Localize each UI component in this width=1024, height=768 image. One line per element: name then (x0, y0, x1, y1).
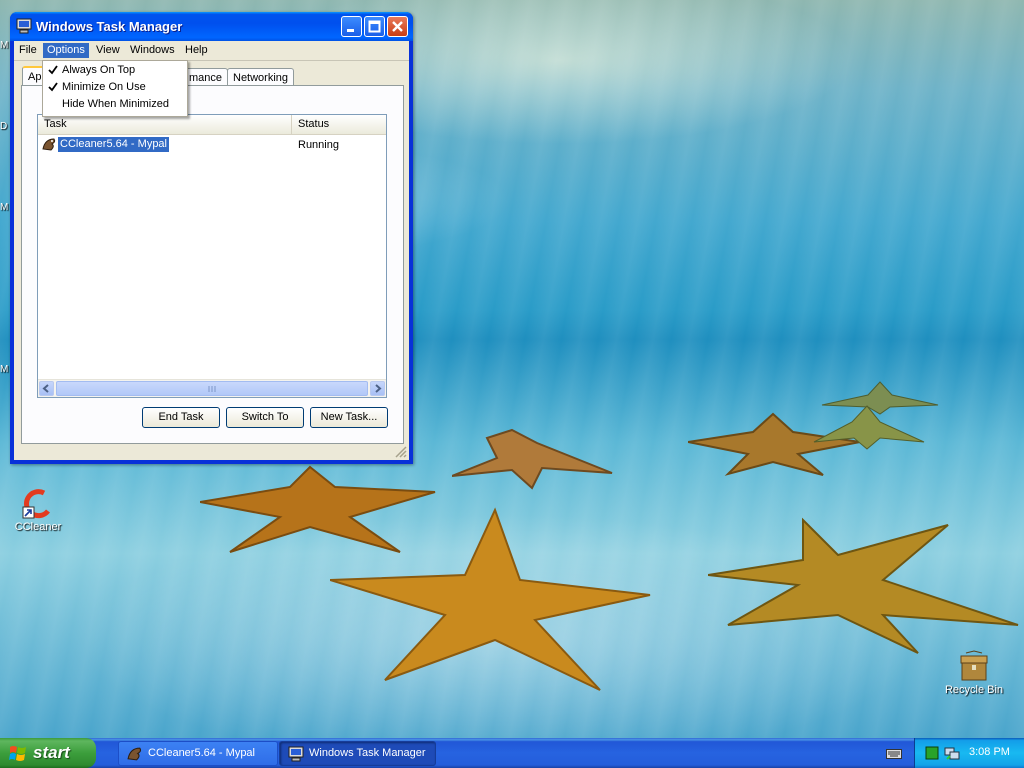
minimize-icon (347, 29, 354, 32)
desktop-icon-label: Recycle Bin (944, 684, 1004, 696)
menu-option-always-on-top[interactable]: Always On Top (43, 62, 187, 79)
system-tray: 3:08 PM (914, 738, 1024, 768)
taskbar-button-label: CCleaner5.64 - Mypal (148, 747, 255, 759)
task-list[interactable]: Task Status CCleaner5.64 - Mypal Running (37, 114, 387, 398)
taskbar: start CCleaner5.64 - Mypal Windows Task … (0, 738, 1024, 768)
menu-option-label: Hide When Minimized (62, 98, 169, 110)
window-title: Windows Task Manager (36, 19, 183, 34)
task-status: Running (298, 139, 339, 151)
close-button[interactable] (387, 16, 408, 37)
recycle-bin-icon (958, 650, 990, 682)
network-tray-icon[interactable] (944, 745, 960, 761)
starfish-graphic (813, 405, 925, 450)
clock[interactable]: 3:08 PM (969, 746, 1010, 758)
task-manager-icon (16, 18, 32, 34)
column-header-task[interactable]: Task (38, 115, 292, 134)
horizontal-scrollbar[interactable] (38, 379, 386, 397)
desktop-icon-label: CCleaner (14, 521, 62, 533)
taskbar-button-label: Windows Task Manager (309, 747, 426, 759)
resize-grip-icon[interactable] (395, 446, 407, 458)
ccleaner-icon (22, 487, 54, 519)
switch-to-button[interactable]: Switch To (226, 407, 304, 428)
task-name: CCleaner5.64 - Mypal (58, 137, 169, 152)
scroll-left-button[interactable] (39, 381, 54, 396)
green-app-tray-icon[interactable] (925, 746, 939, 760)
menu-option-label: Always On Top (62, 64, 136, 76)
menu-options[interactable]: Options (43, 43, 89, 58)
menu-help[interactable]: Help (181, 43, 212, 58)
starfish-graphic (452, 428, 613, 490)
chevron-right-icon (375, 384, 382, 393)
start-label: start (33, 743, 70, 762)
grip-icon (208, 386, 216, 392)
keyboard-icon[interactable] (886, 747, 902, 760)
column-header-status[interactable]: Status (292, 115, 386, 134)
scroll-thumb[interactable] (56, 381, 368, 396)
maximize-icon (368, 20, 381, 33)
taskbar-button-task-manager[interactable]: Windows Task Manager (279, 741, 436, 766)
menu-option-hide-when-minimized[interactable]: Hide When Minimized (43, 96, 187, 113)
table-row[interactable]: CCleaner5.64 - Mypal Running (38, 136, 386, 153)
scroll-right-button[interactable] (370, 381, 385, 396)
desktop-edge-label: M (0, 40, 9, 51)
minimize-button[interactable] (341, 16, 362, 37)
menu-option-label: Minimize On Use (62, 81, 146, 93)
menu-windows[interactable]: Windows (126, 43, 179, 58)
list-header: Task Status (38, 115, 386, 135)
desktop-edge-label: M (0, 364, 9, 375)
mypal-browser-icon (42, 138, 56, 151)
end-task-button[interactable]: End Task (142, 407, 220, 428)
desktop-icon-ccleaner[interactable]: CCleaner (3, 487, 73, 533)
menu-view[interactable]: View (92, 43, 124, 58)
mypal-browser-icon (127, 747, 142, 761)
chevron-left-icon (42, 384, 49, 393)
close-icon (392, 21, 403, 32)
starfish-graphic (708, 517, 1019, 654)
task-manager-icon (288, 746, 304, 762)
desktop-edge-label: D (0, 121, 8, 132)
starfish-graphic (200, 465, 436, 553)
options-dropdown-menu: Always On Top Minimize On Use Hide When … (42, 60, 188, 117)
windows-logo-icon (9, 746, 26, 761)
start-button[interactable]: start (0, 738, 96, 768)
taskbar-button-ccleaner[interactable]: CCleaner5.64 - Mypal (118, 741, 278, 766)
menu-option-minimize-on-use[interactable]: Minimize On Use (43, 79, 187, 96)
maximize-button[interactable] (364, 16, 385, 37)
menu-bar: File Options View Windows Help (14, 41, 409, 61)
new-task-button[interactable]: New Task... (310, 407, 388, 428)
desktop-edge-label: M (0, 202, 9, 213)
menu-file[interactable]: File (15, 43, 41, 58)
title-bar[interactable]: Windows Task Manager (10, 12, 413, 41)
desktop-icon-recycle-bin[interactable]: Recycle Bin (939, 650, 1009, 696)
